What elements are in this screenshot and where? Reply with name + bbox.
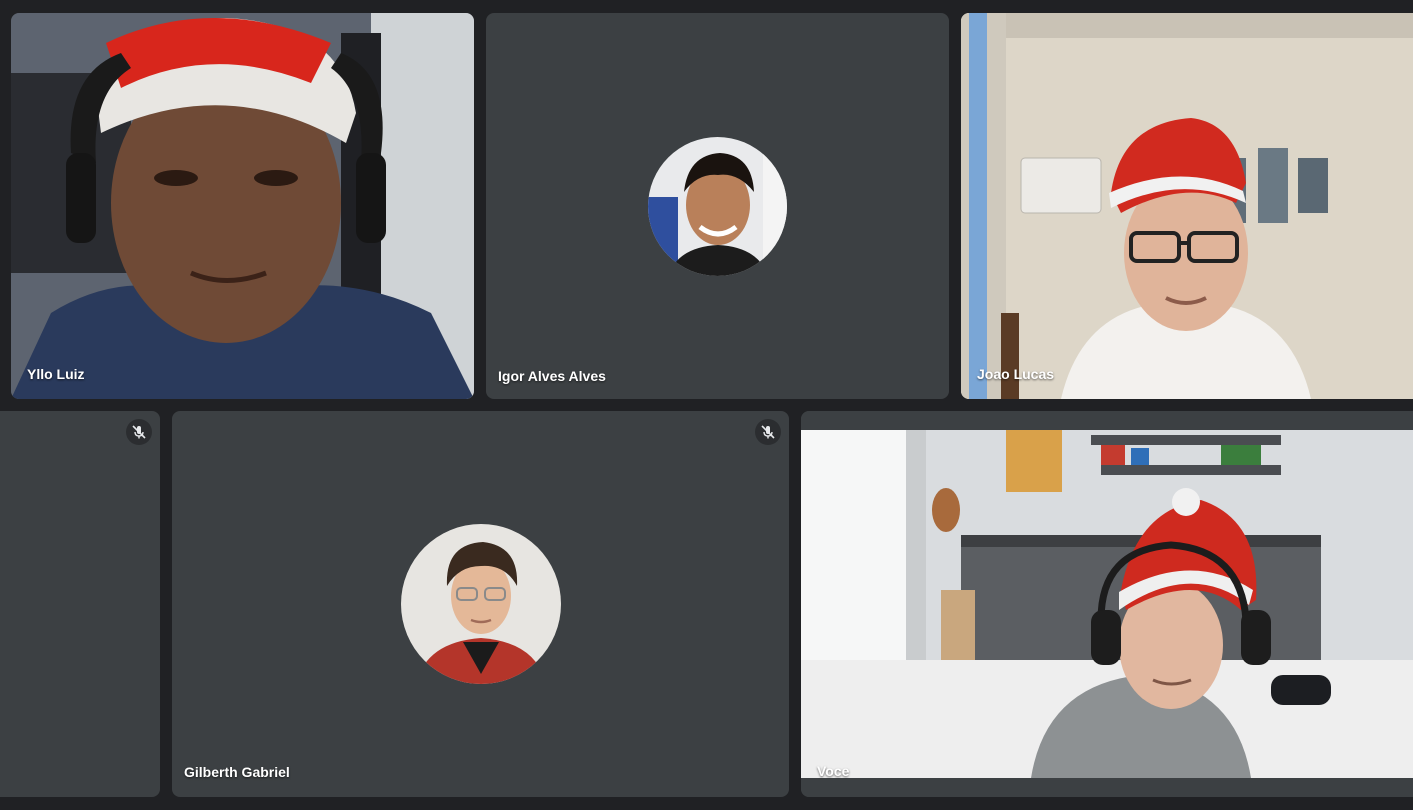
avatar: [401, 524, 561, 684]
participant-tile-joao[interactable]: Joao Lucas: [961, 13, 1413, 399]
video-feed: [11, 13, 474, 399]
participant-name: Joao Lucas: [977, 366, 1055, 382]
participant-name: Gilberth Gabriel: [184, 764, 290, 780]
video-feed: [961, 13, 1413, 399]
participant-name: Yllo Luiz: [27, 366, 85, 382]
participant-name: Voce: [817, 763, 850, 779]
participant-tile-yllo[interactable]: Yllo Luiz: [11, 13, 474, 399]
mic-off-icon: [755, 419, 781, 445]
mic-off-icon: [126, 419, 152, 445]
participant-tile-igor[interactable]: Igor Alves Alves: [486, 13, 949, 399]
participant-tile-partial[interactable]: [0, 411, 160, 797]
avatar: [648, 137, 787, 276]
participant-name: Igor Alves Alves: [498, 368, 606, 384]
participant-tile-gilberth[interactable]: Gilberth Gabriel: [172, 411, 789, 797]
participant-tile-self[interactable]: Voce: [801, 411, 1413, 797]
video-feed: [801, 411, 1413, 797]
meeting-grid: Yllo Luiz Igor Alves Alves Joao Lucas Gi…: [0, 0, 1413, 810]
